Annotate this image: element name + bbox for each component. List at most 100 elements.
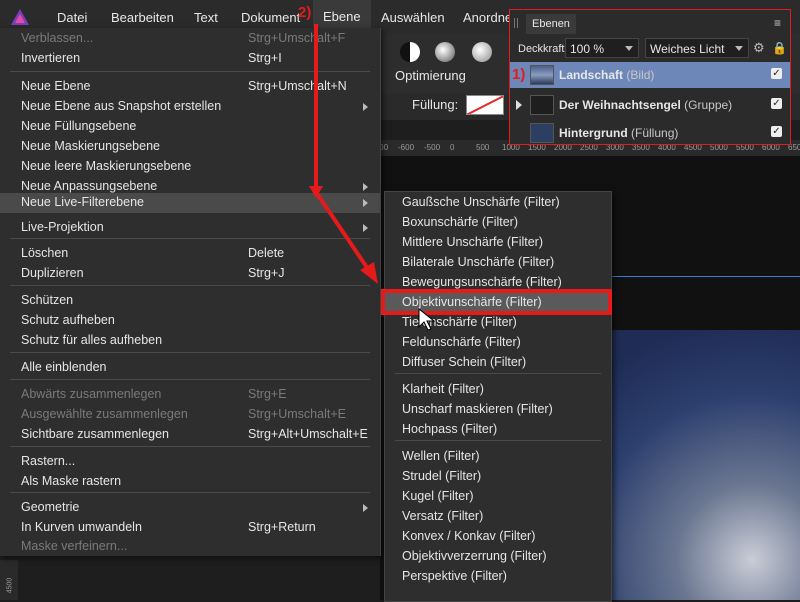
menu-item-label: Sichtbare zusammenlegen	[21, 427, 169, 441]
submenu-item-versatz[interactable]: Versatz (Filter)	[385, 506, 611, 526]
chevron-down-icon	[625, 46, 633, 51]
layer-row-hintergrund[interactable]: Hintergrund (Füllung) ✓	[510, 120, 790, 146]
menu-item-live-projektion[interactable]: Live-Projektion	[0, 218, 380, 238]
submenu-item-label: Unscharf maskieren (Filter)	[402, 402, 553, 416]
layer-row-landschaft[interactable]: Landschaft (Bild) ✓	[510, 62, 790, 88]
submenu-item-boxunsch-rfe[interactable]: Boxunschärfe (Filter)	[385, 212, 611, 232]
menu-item-duplizieren[interactable]: Duplizieren Strg+J	[0, 264, 380, 284]
menu-item-invertieren[interactable]: Invertieren Strg+I	[0, 49, 380, 69]
menu-item-als-maske-rastern[interactable]: Als Maske rastern	[0, 472, 380, 492]
menu-item-l-schen[interactable]: Löschen Delete	[0, 244, 380, 264]
submenu-item-label: Objektivverzerrung (Filter)	[402, 549, 547, 563]
tab-ebenen[interactable]: Ebenen	[526, 14, 576, 34]
menu-item-label: Neue Ebene aus Snapshot erstellen	[21, 99, 222, 113]
menu-item-label: Löschen	[21, 246, 69, 260]
submenu-item-label: Boxunschärfe (Filter)	[402, 215, 519, 229]
panel-menu-icon[interactable]: ≡	[774, 16, 781, 30]
menu-item-label: Schutz für alles aufheben	[21, 333, 163, 347]
menu-item-geometrie[interactable]: Geometrie	[0, 498, 380, 518]
submenu-item-label: Feldunschärfe (Filter)	[402, 335, 521, 349]
chevron-right-icon	[363, 199, 368, 207]
menu-item-neue-ebene[interactable]: Neue Ebene Strg+Umschalt+N	[0, 77, 380, 97]
submenu-item-klarheit[interactable]: Klarheit (Filter)	[385, 379, 611, 399]
submenu-item-gau-sche-unsch-rfe[interactable]: Gaußsche Unschärfe (Filter)	[385, 192, 611, 212]
submenu-item-label: Diffuser Schein (Filter)	[402, 355, 527, 369]
visibility-checkbox[interactable]: ✓	[771, 98, 782, 109]
submenu-item-diffuser-schein[interactable]: Diffuser Schein (Filter)	[385, 352, 611, 372]
menu-item-rastern[interactable]: Rastern...	[0, 452, 380, 472]
menu-item-neue-leere-maskierungsebene[interactable]: Neue leere Maskierungsebene	[0, 157, 380, 177]
expand-arrow-icon[interactable]	[516, 100, 522, 110]
menu-separator	[395, 373, 601, 374]
fill-swatch[interactable]	[466, 95, 504, 115]
blend-mode-value: Weiches Licht	[650, 42, 725, 56]
lock-icon[interactable]: 🔒	[772, 41, 787, 55]
layer-name: Hintergrund (Füllung)	[559, 126, 678, 140]
annotation-step-2: 2)	[298, 4, 312, 21]
menu-item-alle-einblenden[interactable]: Alle einblenden	[0, 358, 380, 378]
menu-item-neue-ebene-aus-snapshot-erstellen[interactable]: Neue Ebene aus Snapshot erstellen	[0, 97, 380, 117]
ruler-tick: 0	[450, 143, 455, 152]
menu-separator	[10, 285, 370, 286]
submenu-item-kugel[interactable]: Kugel (Filter)	[385, 486, 611, 506]
optimize-button[interactable]: Optimierung	[395, 68, 466, 83]
submenu-item-unscharf-maskieren[interactable]: Unscharf maskieren (Filter)	[385, 399, 611, 419]
layer-type: (Bild)	[626, 68, 655, 82]
submenu-item-perspektive[interactable]: Perspektive (Filter)	[385, 566, 611, 586]
gradient-icon[interactable]	[435, 42, 455, 62]
blend-mode-select[interactable]: Weiches Licht	[645, 38, 749, 58]
submenu-item-wellen[interactable]: Wellen (Filter)	[385, 446, 611, 466]
menu-item-sch-tzen[interactable]: Schützen	[0, 291, 380, 311]
menu-item-sichtbare-zusammenlegen[interactable]: Sichtbare zusammenlegen Strg+Alt+Umschalt…	[0, 425, 380, 445]
submenu-item-hochpass[interactable]: Hochpass (Filter)	[385, 419, 611, 439]
menu-separator	[10, 446, 370, 447]
menu-dokument[interactable]: Dokument	[241, 10, 300, 25]
menu-item-label: Neue Ebene	[21, 79, 91, 93]
menu-item-label: Als Maske rastern	[21, 474, 122, 488]
chevron-right-icon	[363, 224, 368, 232]
layer-name-text: Landschaft	[559, 68, 624, 82]
menu-item-label: Neue Live-Filterebene	[21, 195, 144, 209]
menu-bearbeiten[interactable]: Bearbeiten	[111, 10, 174, 25]
menu-item-neue-f-llungsebene[interactable]: Neue Füllungsebene	[0, 117, 380, 137]
submenu-item-label: Wellen (Filter)	[402, 449, 480, 463]
layer-row-der-weihnachtsengel[interactable]: Der Weihnachtsengel (Gruppe) ✓	[510, 92, 790, 118]
submenu-item-label: Bewegungsunschärfe (Filter)	[402, 275, 562, 289]
menu-item-label: Live-Projektion	[21, 220, 104, 234]
sphere-icon[interactable]	[472, 42, 492, 62]
submenu-item-label: Kugel (Filter)	[402, 489, 474, 503]
visibility-checkbox[interactable]: ✓	[771, 126, 782, 137]
submenu-item-strudel[interactable]: Strudel (Filter)	[385, 466, 611, 486]
visibility-checkbox[interactable]: ✓	[771, 68, 782, 79]
menu-item-label: Geometrie	[21, 500, 80, 514]
menu-datei[interactable]: Datei	[57, 10, 87, 25]
submenu-item-bilaterale-unsch-rfe[interactable]: Bilaterale Unschärfe (Filter)	[385, 252, 611, 272]
ruler-tick: -500	[424, 143, 441, 152]
menu-text[interactable]: Text	[194, 10, 218, 25]
layer-thumbnail	[530, 65, 554, 85]
menu-item-abw-rts-zusammenlegen: Abwärts zusammenlegen Strg+E	[0, 385, 380, 405]
menu-item-label: Ausgewählte zusammenlegen	[21, 407, 188, 421]
menu-item-schutz-f-r-alles-aufheben[interactable]: Schutz für alles aufheben	[0, 331, 380, 351]
menu-item-in-kurven-umwandeln[interactable]: In Kurven umwandeln Strg+Return	[0, 518, 380, 538]
menu-item-neue-live-filterebene[interactable]: Neue Live-Filterebene	[0, 193, 380, 213]
panel-grip-icon[interactable]	[514, 18, 518, 28]
menu-item-neue-maskierungsebene[interactable]: Neue Maskierungsebene	[0, 137, 380, 157]
chevron-right-icon	[363, 103, 368, 111]
submenu-item-label: Perspektive (Filter)	[402, 569, 507, 583]
layer-type: (Füllung)	[631, 126, 679, 140]
contrast-icon[interactable]	[400, 42, 420, 62]
gear-icon[interactable]: ⚙	[753, 41, 767, 55]
layers-panel: Ebenen ≡ Deckkraft: 100 % Weiches Licht …	[509, 9, 791, 145]
menu-auswhlen[interactable]: Auswählen	[381, 10, 445, 25]
submenu-item-mittlere-unsch-rfe[interactable]: Mittlere Unschärfe (Filter)	[385, 232, 611, 252]
menu-item-shortcut: Strg+Umschalt+F	[248, 31, 346, 45]
menu-item-schutz-aufheben[interactable]: Schutz aufheben	[0, 311, 380, 331]
fill-label: Füllung:	[412, 97, 459, 112]
menu-item-shortcut: Strg+J	[248, 266, 285, 280]
opacity-field[interactable]: 100 %	[565, 38, 639, 58]
submenu-item-feldunsch-rfe[interactable]: Feldunschärfe (Filter)	[385, 332, 611, 352]
menu-item-shortcut: Strg+Return	[248, 520, 316, 534]
submenu-item-objektivverzerrung[interactable]: Objektivverzerrung (Filter)	[385, 546, 611, 566]
submenu-item-konvex-konkav[interactable]: Konvex / Konkav (Filter)	[385, 526, 611, 546]
